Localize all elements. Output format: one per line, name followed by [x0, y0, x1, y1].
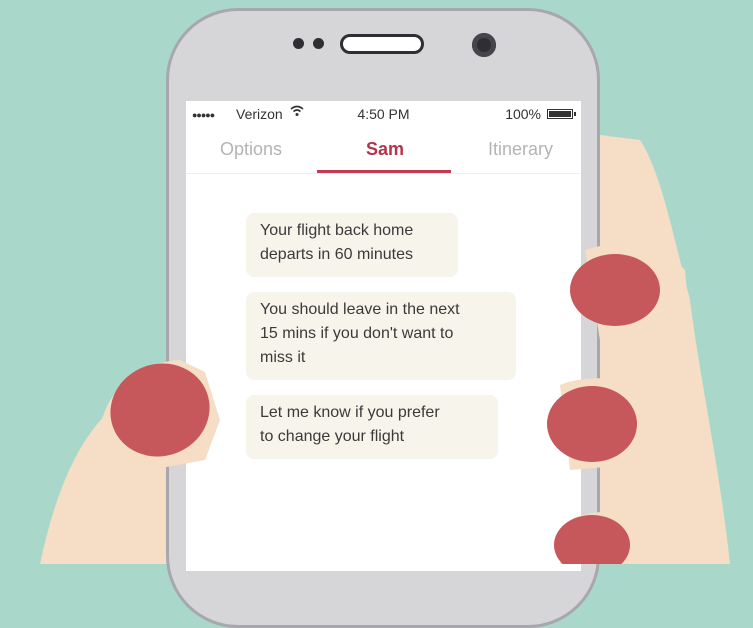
scene: ●●●●● Verizon 4:50 PM 100% Options Sam I… — [0, 0, 753, 628]
right-fingers — [547, 245, 695, 564]
